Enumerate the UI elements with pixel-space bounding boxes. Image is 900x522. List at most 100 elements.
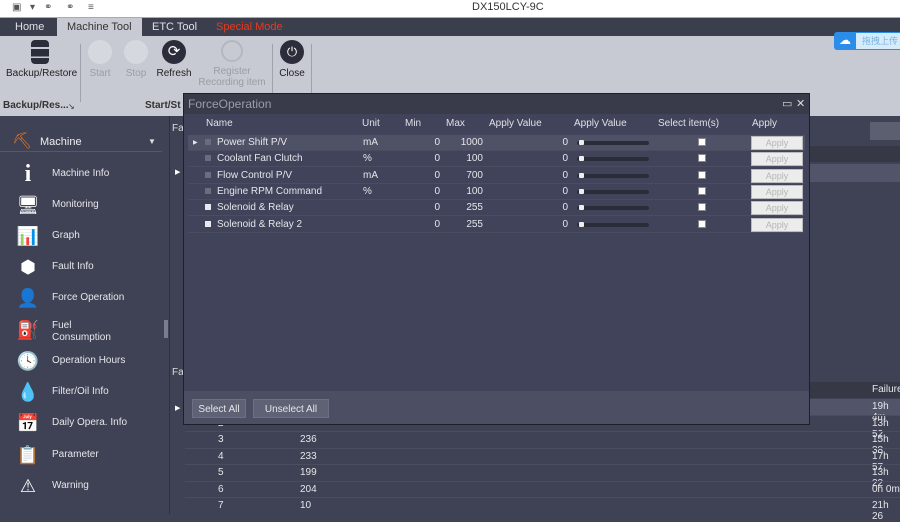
calendar-icon: 📅	[16, 413, 40, 433]
row-min: 0	[434, 218, 440, 230]
power-icon: ⏻	[280, 40, 304, 64]
start-button[interactable]: Start	[86, 40, 114, 79]
select-all-button[interactable]: Select All	[192, 399, 246, 418]
fault-row[interactable]: 3 236 15h 38	[185, 432, 900, 456]
row-unit: mA	[363, 169, 378, 181]
slider-thumb[interactable]	[579, 172, 584, 178]
background-button[interactable]	[870, 122, 900, 140]
row-apply-value[interactable]: 0	[488, 170, 568, 181]
fault-row[interactable]: 4 233 17h 57	[185, 449, 900, 473]
row-apply-value[interactable]: 0	[488, 153, 568, 164]
close-icon[interactable]: ✕	[796, 97, 805, 110]
cloud-upload-widget[interactable]: ☁ 拖拽上传	[834, 32, 900, 50]
dialog-launcher-icon[interactable]: ↘	[68, 102, 75, 111]
menu-icon[interactable]: ≡	[88, 2, 94, 13]
slider-thumb[interactable]	[579, 205, 584, 211]
slider-thumb[interactable]	[579, 188, 584, 194]
sidebar-item-graph[interactable]: 📊 Graph	[16, 222, 166, 252]
maximize-icon[interactable]: ▭	[782, 97, 792, 110]
column-header-max[interactable]: Max	[446, 118, 465, 134]
sidebar-item-fuel-consumption[interactable]: ⛽ Fuel Consumption	[16, 316, 166, 346]
apply-button[interactable]: Apply	[751, 136, 803, 150]
apply-value-slider[interactable]	[577, 172, 649, 178]
apply-value-slider[interactable]	[577, 156, 649, 162]
screen-icon[interactable]: ▣	[12, 2, 21, 13]
sidebar-scrollbar[interactable]	[164, 320, 168, 338]
column-header-select-items[interactable]: Select item(s)	[658, 118, 719, 134]
row-apply-value[interactable]: 0	[488, 186, 568, 197]
apply-button[interactable]: Apply	[751, 152, 803, 167]
dialog-title-bar[interactable]: ForceOperation ▭ ✕	[184, 94, 809, 114]
grid-line	[185, 464, 900, 465]
sidebar-item-warning[interactable]: ⚠ Warning	[16, 472, 166, 502]
select-checkbox[interactable]	[698, 138, 706, 146]
apply-button[interactable]: Apply	[751, 168, 803, 183]
select-checkbox[interactable]	[698, 170, 706, 179]
close-button[interactable]: ⏻ Close	[278, 40, 306, 79]
column-header-apply[interactable]: Apply	[752, 118, 777, 134]
force-operation-row[interactable]: ▶ Power Shift P/V mA 0 1000 0 Apply	[188, 135, 805, 151]
unselect-all-button[interactable]: Unselect All	[253, 399, 329, 418]
force-operation-row[interactable]: Coolant Fan Clutch% 0 100 0 Apply	[188, 151, 805, 168]
fault-row[interactable]: 5 199 13h 22	[185, 465, 900, 489]
force-operation-row[interactable]: Flow Control P/V mA 0 700 0 Apply	[188, 168, 805, 184]
refresh-button[interactable]: ⟳ Refresh	[156, 40, 192, 79]
stop-button[interactable]: Stop	[122, 40, 150, 79]
column-header-min[interactable]: Min	[405, 118, 421, 134]
row-max: 100	[466, 153, 483, 165]
sidebar-item-filter-oil-info[interactable]: 💧 Filter/Oil Info	[16, 378, 166, 408]
info-icon: i	[24, 161, 32, 187]
register-recording-item-button[interactable]: Register Recording item	[198, 40, 266, 88]
fault-row[interactable]: 6 204 0h 0m	[185, 482, 900, 498]
column-header-apply-value[interactable]: Apply Value	[489, 118, 542, 134]
select-checkbox[interactable]	[698, 186, 706, 195]
row-apply-value[interactable]: 0	[488, 219, 568, 230]
fault-row[interactable]: 7 10 21h 26	[185, 498, 900, 522]
sidebar-item-parameter[interactable]: 📋 Parameter	[16, 441, 166, 471]
apply-value-slider[interactable]	[577, 188, 649, 194]
slider-thumb[interactable]	[579, 140, 584, 145]
apply-button[interactable]: Apply	[751, 217, 803, 232]
tab-machine-tool[interactable]: Machine Tool	[57, 18, 142, 37]
apply-button[interactable]: Apply	[751, 201, 803, 216]
row-max: 255	[466, 218, 483, 230]
force-operation-row[interactable]: Engine RPM Command% 0 100 0 Apply	[188, 184, 805, 200]
apply-value-slider[interactable]	[577, 221, 649, 227]
force-operation-row[interactable]: Solenoid & Relay 2 0 255 0 Apply	[188, 217, 805, 233]
sidebar-item-force-operation[interactable]: 👤 Force Operation	[16, 284, 166, 314]
apply-value-slider[interactable]	[577, 205, 649, 211]
select-checkbox[interactable]	[698, 219, 706, 228]
force-operation-dialog: ForceOperation ▭ ✕ Name Unit Min Max App…	[183, 93, 810, 425]
force-operation-row[interactable]: Solenoid & Relay 0 255 0 Apply	[188, 200, 805, 217]
select-checkbox[interactable]	[698, 154, 706, 163]
sidebar-item-operation-hours[interactable]: 🕓 Operation Hours	[16, 347, 166, 377]
column-header-unit[interactable]: Unit	[362, 118, 380, 134]
link-icon[interactable]: ⚭	[44, 2, 52, 13]
tab-home[interactable]: Home	[5, 18, 54, 37]
slider-thumb[interactable]	[579, 221, 584, 227]
separator	[80, 44, 81, 102]
chevron-down-icon[interactable]: ▼	[148, 137, 156, 146]
sidebar-item-monitoring[interactable]: 🖥 Monitoring	[16, 191, 166, 221]
select-checkbox[interactable]	[698, 203, 706, 212]
slider-thumb[interactable]	[579, 156, 584, 162]
row-unit: %	[363, 185, 372, 197]
sidebar-header-machine[interactable]: ⛏ Machine ▼	[0, 128, 162, 152]
row-apply-value[interactable]: 0	[488, 202, 568, 213]
sidebar-item-machine-info[interactable]: i Machine Info	[16, 160, 166, 190]
dropdown-icon[interactable]: ▾	[30, 2, 35, 13]
apply-button[interactable]: Apply	[751, 184, 803, 199]
sidebar-item-fault-info[interactable]: ⬢ Fault Info	[16, 253, 166, 283]
group-label-start-stop: Start/St	[145, 100, 181, 111]
column-header-name[interactable]: Name	[206, 118, 233, 134]
column-header-apply-value-slider[interactable]: Apply Value	[574, 118, 627, 134]
sidebar-item-daily-opera-info[interactable]: 📅 Daily Opera. Info	[16, 409, 166, 439]
tab-special-mode[interactable]: Special Mode	[206, 18, 293, 37]
expand-icon[interactable]	[205, 220, 211, 227]
expand-icon[interactable]	[205, 204, 211, 211]
apply-value-slider[interactable]	[577, 140, 649, 145]
tab-etc-tool[interactable]: ETC Tool	[142, 18, 207, 37]
backup-restore-button[interactable]: Backup/Restore	[6, 40, 77, 79]
row-apply-value[interactable]: 0	[488, 137, 568, 148]
link2-icon[interactable]: ⚭	[66, 2, 74, 13]
